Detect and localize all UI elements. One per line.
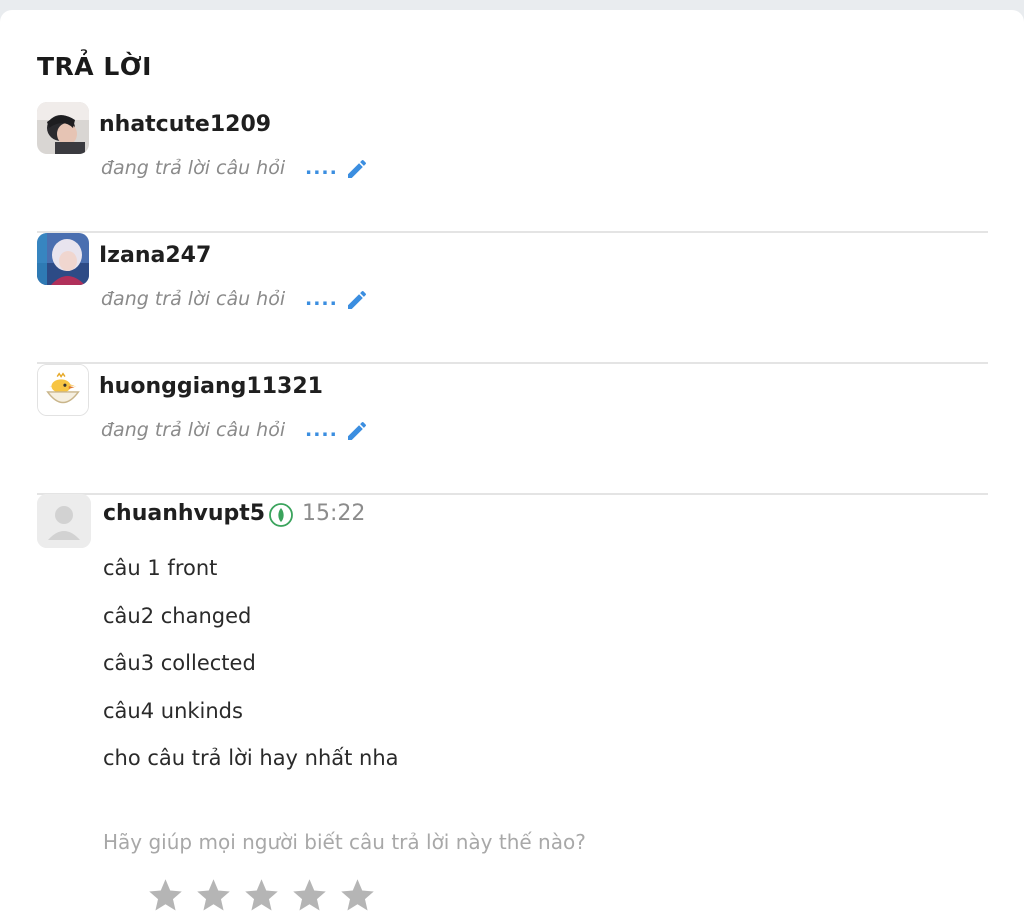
username[interactable]: nhatcute1209 <box>99 112 271 137</box>
answer-line: câu2 changed <box>103 603 252 628</box>
section-title: TRẢ LỜI <box>37 52 152 81</box>
user-avatar[interactable] <box>37 102 89 154</box>
typing-user-row: huonggiang11321 đang trả lời câu hỏi ...… <box>37 364 988 495</box>
star-icon[interactable] <box>290 876 329 915</box>
default-avatar[interactable] <box>37 494 91 548</box>
username[interactable]: Izana247 <box>99 243 211 268</box>
answer-content: câu 1 front câu2 changed câu3 collected … <box>103 552 399 790</box>
typing-status: đang trả lời câu hỏi <box>101 157 286 179</box>
rating-stars <box>146 876 377 915</box>
rating-prompt: Hãy giúp mọi người biết câu trả lời này … <box>103 830 586 854</box>
username[interactable]: huonggiang11321 <box>99 374 323 399</box>
answer-username[interactable]: chuanhvupt5 <box>103 501 265 526</box>
typing-dots: .... <box>305 288 338 310</box>
pencil-icon <box>348 159 367 178</box>
typing-user-row: Izana247 đang trả lời câu hỏi .... <box>37 233 988 364</box>
star-icon[interactable] <box>242 876 281 915</box>
answer-line: câu4 unkinds <box>103 698 243 723</box>
pencil-icon <box>348 290 367 309</box>
star-icon[interactable] <box>146 876 185 915</box>
user-avatar[interactable] <box>37 233 89 285</box>
verified-badge-icon <box>269 503 293 527</box>
typing-user-row: nhatcute1209 đang trả lời câu hỏi .... <box>37 102 988 233</box>
star-icon[interactable] <box>194 876 233 915</box>
answer-line: cho câu trả lời hay nhất nha <box>103 746 399 770</box>
typing-dots: .... <box>305 157 338 179</box>
star-icon[interactable] <box>338 876 377 915</box>
answer-line: câu 1 front <box>103 556 218 580</box>
pencil-icon <box>348 421 367 440</box>
answer-time: 15:22 <box>302 501 366 526</box>
user-avatar[interactable] <box>37 364 89 416</box>
answer-line: câu3 collected <box>103 651 256 675</box>
typing-dots: .... <box>305 419 338 441</box>
typing-status: đang trả lời câu hỏi <box>101 288 286 310</box>
typing-status: đang trả lời câu hỏi <box>101 419 286 441</box>
answers-panel: TRẢ LỜI nhatcute1209 đang trả lời câu hỏ… <box>0 10 1024 920</box>
